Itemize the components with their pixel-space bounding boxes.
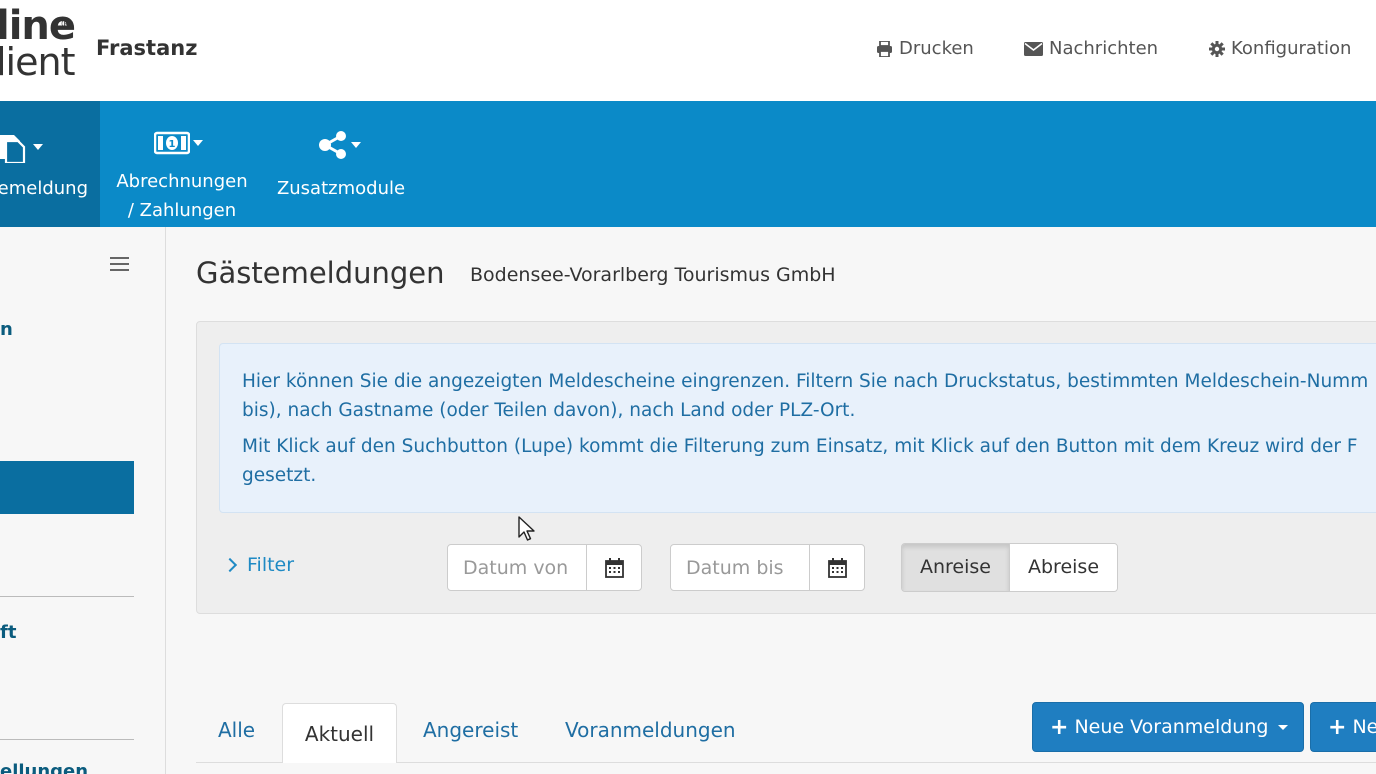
sidebar-item-fragment-3[interactable]: ellungen [0,761,88,774]
messages-label: Nachrichten [1049,38,1159,59]
calendar-icon [604,557,624,578]
info-paragraph-2: Mit Klick auf den Suchbutton (Lupe) komm… [242,432,1376,490]
plus-icon: + [1328,714,1347,740]
money-icon: 1 [154,131,203,155]
hamburger-menu-icon[interactable] [110,257,129,275]
info-text: Mit Klick auf den Suchbutton (Lupe) komm… [242,436,1358,457]
envelope-icon [1024,41,1043,56]
new-registration-button[interactable]: + Ne [1310,702,1376,752]
plus-icon: + [1050,714,1069,740]
configuration-label: Konfiguration [1231,38,1352,59]
departure-toggle-button[interactable]: Abreise [1010,544,1118,591]
sidebar-divider [0,739,134,740]
new-preregistration-label: Neue Voranmeldung [1074,716,1269,738]
logo-registered-mark: ® [60,17,72,31]
filter-toggle[interactable]: Filter [222,554,294,576]
svg-text:1: 1 [169,139,176,150]
new-preregistration-button[interactable]: + Neue Voranmeldung [1032,702,1304,752]
toolbar-label-addon-modules: Zusatzmodule [276,178,406,199]
filter-label: Filter [247,554,295,576]
print-icon [877,40,892,57]
print-link[interactable]: Drucken [876,38,974,59]
date-from-group [447,544,642,591]
toolbar-item-addon-modules[interactable]: Zusatzmodule [270,101,412,227]
app-logo[interactable]: line lient ® [0,6,76,84]
gear-icon [1209,40,1225,57]
sidebar-item-fragment-1[interactable]: n [0,319,13,340]
info-text: Hier können Sie die angezeigten Meldesch… [242,371,1369,392]
caret-down-icon [1278,724,1289,730]
toolbar-label-guest-registration: emeldung [0,178,88,199]
configuration-link[interactable]: Konfiguration [1209,38,1351,59]
arrival-toggle-button[interactable]: Anreise [902,544,1010,591]
info-text: gesetzt. [242,465,317,486]
tab-current[interactable]: Aktuell [282,703,397,763]
main-toolbar: emeldung 1 Abrechnungen / Zahlungen Zusa… [0,101,1376,227]
page-subtitle: Bodensee-Vorarlberg Tourismus GmbH [470,264,836,286]
toolbar-item-billing[interactable]: 1 Abrechnungen / Zahlungen [108,101,256,227]
calendar-icon [827,557,847,578]
new-registration-label: Ne [1352,716,1376,738]
toolbar-label-billing-2: / Zahlungen [127,200,237,221]
tab-preregistrations[interactable]: Voranmeldungen [565,718,736,742]
date-from-calendar-button[interactable] [587,545,641,590]
arrival-departure-toggle: Anreise Abreise [901,543,1119,592]
tab-arrived[interactable]: Angereist [423,718,518,742]
info-text: bis), nach Gastname (oder Teilen davon),… [242,400,856,421]
sidebar-divider [0,596,134,597]
messages-link[interactable]: Nachrichten [1024,38,1158,59]
documents-icon [0,131,43,163]
logo-line-2: lient [0,40,75,84]
app-header: line lient ® Frastanz Drucken Nachrichte… [0,0,1376,101]
sidebar-item-fragment-2[interactable]: ft [0,622,16,643]
toolbar-item-guest-registration[interactable]: emeldung [0,101,100,227]
sidebar: n ft ellungen [0,227,166,774]
page-title: Gästemeldungen [196,256,445,290]
print-label: Drucken [899,38,974,59]
toolbar-label-billing-1: Abrechnungen [116,171,248,192]
share-icon [318,131,361,159]
info-paragraph-1: Hier können Sie die angezeigten Meldesch… [242,367,1376,425]
tab-all[interactable]: Alle [218,718,255,742]
date-from-input[interactable] [448,545,587,590]
info-box: Hier können Sie die angezeigten Meldesch… [219,343,1376,513]
chevron-right-icon [222,557,238,573]
date-to-group [670,544,865,591]
org-name: Frastanz [96,36,198,60]
date-to-input[interactable] [671,545,810,590]
mouse-cursor-icon [518,516,535,541]
date-to-calendar-button[interactable] [810,545,864,590]
sidebar-item-active[interactable] [0,461,134,514]
